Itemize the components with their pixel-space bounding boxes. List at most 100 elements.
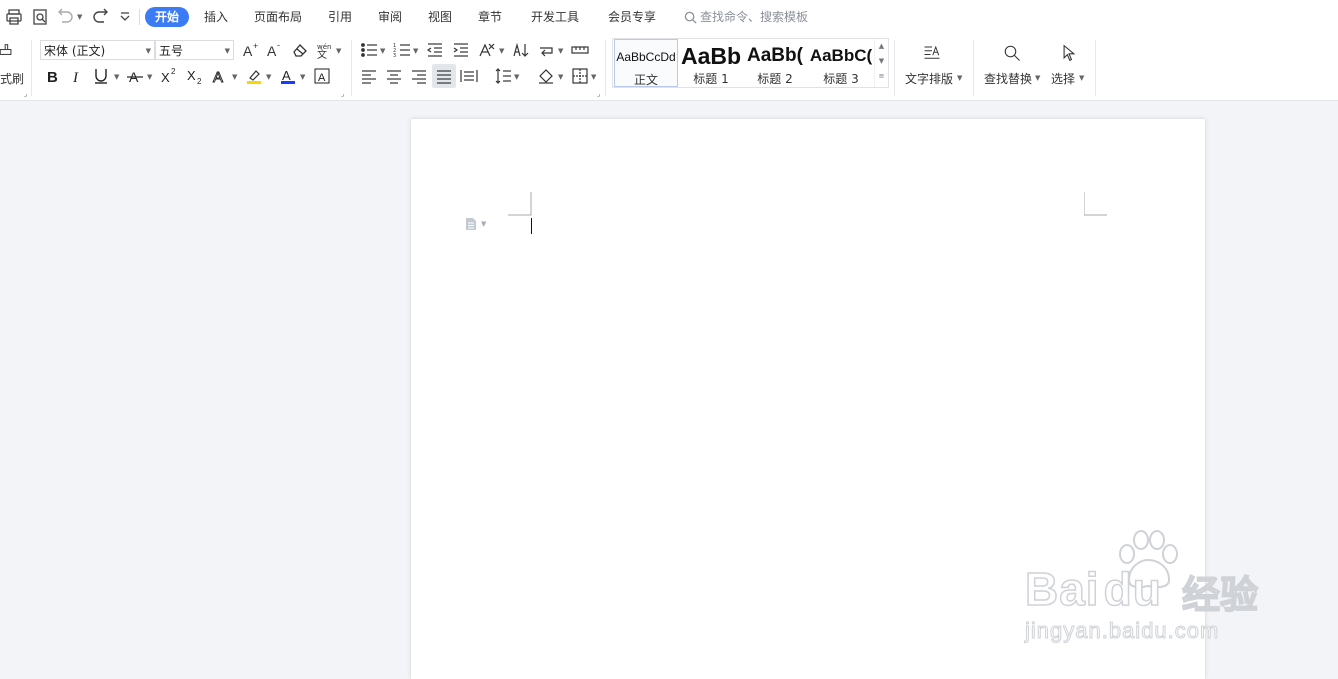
numbering-icon[interactable]: 123 [391,39,413,61]
decrease-indent-icon[interactable] [424,39,446,61]
chevron-down-icon[interactable]: ▼ [1079,74,1084,82]
tab-review[interactable]: 审阅 [378,7,402,27]
chevron-down-icon[interactable]: ▼ [336,47,341,55]
watermark-brand: Baidu [1024,562,1162,616]
chevron-down-icon[interactable]: ▼ [266,73,271,81]
font-color-button[interactable]: A [277,65,299,87]
grow-font-icon[interactable]: A + [240,39,262,61]
chevron-down-icon[interactable]: ▼ [957,74,962,82]
shading-icon[interactable] [535,65,557,87]
clear-format-icon[interactable] [289,39,311,61]
format-painter-icon[interactable] [0,40,16,64]
paragraph-group-launcher-icon[interactable]: ⌟ [597,90,600,98]
clipboard-group-launcher-icon[interactable]: ⌟ [24,90,27,98]
font-name-select[interactable]: 宋体 (正文) ▼ [40,40,155,60]
italic-button[interactable]: I [66,65,88,87]
style-normal[interactable]: AaBbCcDd 正文 [614,39,678,87]
text-effect-button[interactable]: A [209,65,231,87]
chevron-down-icon[interactable]: ▼ [558,47,563,55]
tab-references[interactable]: 引用 [328,7,352,27]
chevron-down-icon[interactable]: ▼ [232,73,237,81]
style-heading-3[interactable]: AaBbC( 标题 3 [809,39,873,87]
sort-icon[interactable] [510,39,532,61]
borders-icon[interactable] [569,65,591,87]
scroll-up-icon[interactable]: ▲ [875,39,888,54]
search-icon [684,11,697,24]
justify-icon[interactable] [432,64,456,88]
print-icon[interactable] [4,7,24,27]
chevron-down-icon[interactable]: ▼ [114,73,119,81]
shrink-font-icon[interactable]: A- [264,39,286,61]
superscript-button[interactable]: X2 [158,65,180,87]
tab-home[interactable]: 开始 [145,7,190,27]
strikethrough-button[interactable]: A [124,65,146,87]
svg-text:X: X [187,68,196,83]
underline-button[interactable] [90,65,112,87]
svg-text:B: B [47,69,58,85]
undo-icon[interactable] [56,7,76,27]
find-replace-icon[interactable] [998,40,1026,66]
expand-gallery-icon[interactable]: ≡ [875,69,888,84]
svg-text:A: A [267,43,277,59]
character-border-button[interactable]: A [311,65,333,87]
svg-text:-: - [277,41,280,50]
tab-sections[interactable]: 章节 [478,7,502,27]
chevron-down-icon[interactable]: ▼ [300,73,305,81]
tab-developer[interactable]: 开发工具 [531,7,579,27]
text-layout-label[interactable]: 文字排版 [905,70,953,87]
font-name-value: 宋体 (正文) [44,44,106,58]
font-group-launcher-icon[interactable]: ⌟ [341,90,344,98]
tab-insert[interactable]: 插入 [204,7,228,27]
style-preview: AaBb( [747,45,803,66]
table-ruler-icon[interactable] [569,39,591,61]
format-painter-label[interactable]: 式刷 [0,70,24,87]
style-name: 标题 3 [823,72,859,86]
print-preview-icon[interactable] [30,7,50,27]
subscript-button[interactable]: X2 [184,65,206,87]
customize-toolbar-icon[interactable] [115,7,135,27]
chinese-layout-icon[interactable] [476,39,498,61]
chevron-down-icon[interactable]: ▼ [591,73,596,81]
distributed-align-icon[interactable] [458,65,480,87]
chevron-down-icon: ▼ [481,220,487,228]
style-preview: AaBbC( [809,46,873,65]
cursor-arrow-icon[interactable] [1056,40,1082,66]
text-layout-icon[interactable] [918,40,946,66]
chevron-down-icon[interactable]: ▼ [413,47,418,55]
document-icon [466,218,476,230]
chevron-down-icon[interactable]: ▼ [147,73,152,81]
highlight-button[interactable] [243,65,265,87]
styles-gallery-scroll[interactable]: ▲ ▼ ≡ [874,39,888,87]
scroll-down-icon[interactable]: ▼ [875,54,888,69]
tab-view[interactable]: 视图 [428,7,452,27]
select-label[interactable]: 选择 [1051,70,1075,87]
tab-membership[interactable]: 会员专享 [608,7,656,27]
chevron-down-icon: ▼ [145,47,151,55]
pinyin-guide-icon[interactable]: wén 文 [313,39,335,61]
chevron-down-icon[interactable]: ▼ [380,47,385,55]
find-replace-label[interactable]: 查找替换 [984,70,1032,87]
chevron-down-icon[interactable]: ▼ [1035,74,1040,82]
svg-text:+: + [253,41,258,51]
paragraph-options-button[interactable]: ▼ [464,217,486,231]
align-center-icon[interactable] [383,65,405,87]
tab-page-layout[interactable]: 页面布局 [254,7,302,27]
font-size-select[interactable]: 五号 ▼ [155,40,234,60]
chevron-down-icon[interactable]: ▼ [514,73,519,81]
align-left-icon[interactable] [358,65,380,87]
watermark-url: jingyan.baidu.com [1024,618,1220,644]
increase-indent-icon[interactable] [450,39,472,61]
line-spacing-icon[interactable] [492,65,514,87]
bold-button[interactable]: B [42,65,64,87]
command-search[interactable]: 查找命令、搜索模板 [684,7,808,27]
redo-icon[interactable] [90,7,110,27]
show-hide-marks-icon[interactable] [536,39,558,61]
undo-dropdown-icon[interactable]: ▼ [77,13,82,21]
styles-gallery: AaBbCcDd 正文 AaBb 标题 1 AaBb( 标题 2 AaBbC( … [612,38,889,88]
style-heading-2[interactable]: AaBb( 标题 2 [744,39,806,87]
style-heading-1[interactable]: AaBb 标题 1 [679,39,743,87]
chevron-down-icon[interactable]: ▼ [499,47,504,55]
chevron-down-icon[interactable]: ▼ [558,73,563,81]
bullets-icon[interactable] [358,39,380,61]
align-right-icon[interactable] [408,65,430,87]
